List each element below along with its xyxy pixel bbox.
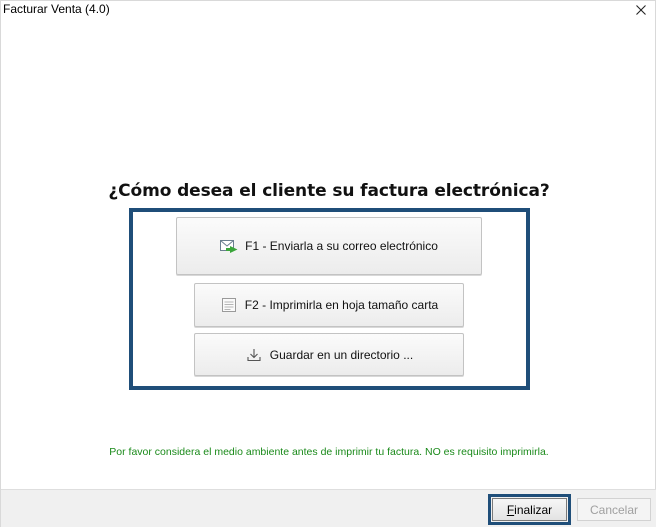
environment-notice: Por favor considera el medio ambiente an… [109,446,549,458]
title-bar: Facturar Venta (4.0) [1,1,656,19]
download-icon [245,348,263,362]
close-icon [636,5,646,15]
finalize-label: inalizar [514,502,553,517]
finalize-button[interactable]: Finalizar [492,498,567,521]
finalize-hotkey-letter: F [506,502,515,517]
invoice-question-heading: ¿Cómo desea el cliente su factura electr… [108,181,550,201]
print-letter-label: F2 - Imprimirla en hoja tamaño carta [244,298,439,312]
email-icon [220,239,238,253]
print-letter-button[interactable]: F2 - Imprimirla en hoja tamaño carta [194,283,464,327]
cancel-button: Cancelar [577,498,651,521]
window-title: Facturar Venta (4.0) [3,2,110,16]
save-directory-label: Guardar en un directorio ... [269,347,414,362]
send-email-label: F1 - Enviarla a su correo electrónico [245,239,438,253]
close-button[interactable] [631,1,651,19]
document-icon [220,298,238,312]
send-email-button[interactable]: F1 - Enviarla a su correo electrónico [176,217,482,275]
dialog-window: Facturar Venta (4.0) ¿Cómo desea el clie… [0,0,656,527]
save-directory-button[interactable]: Guardar en un directorio ... [194,333,464,376]
